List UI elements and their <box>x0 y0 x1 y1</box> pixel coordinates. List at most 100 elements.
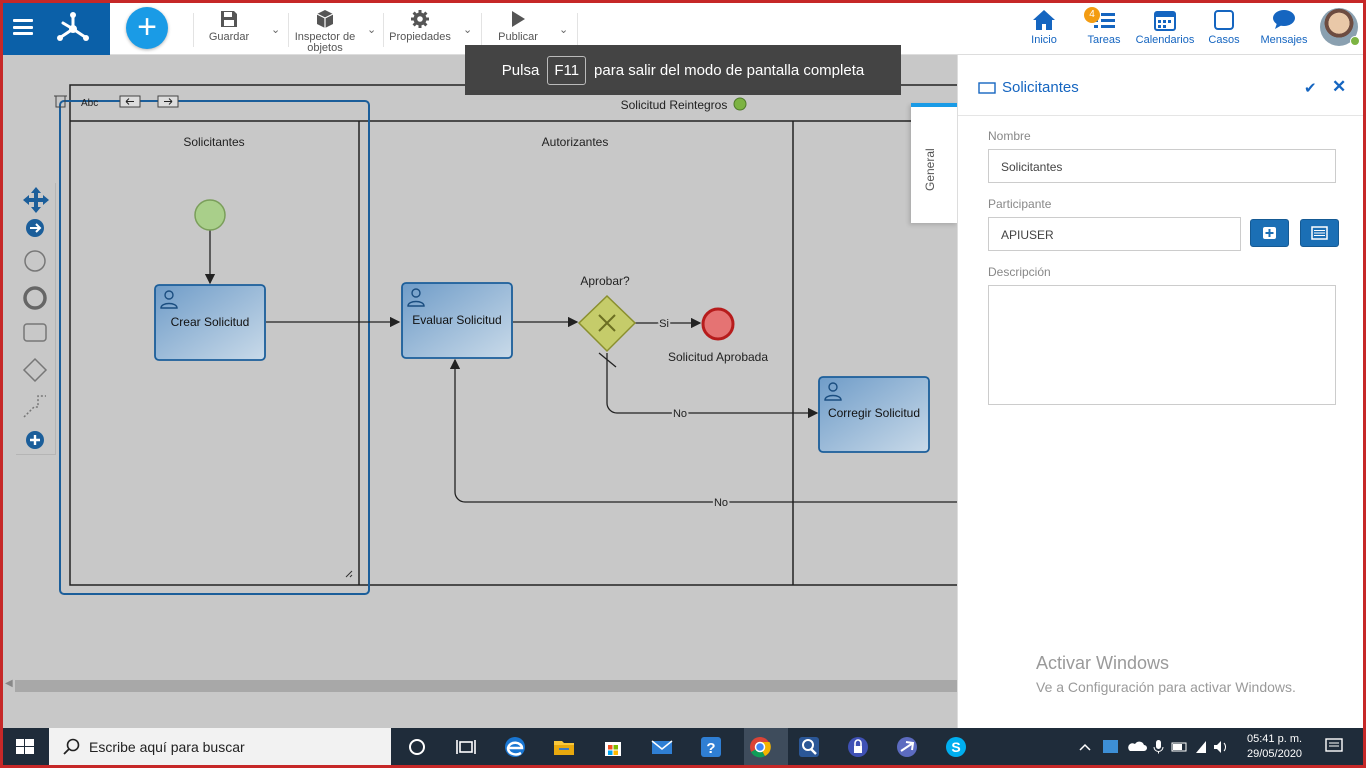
publicar-dropdown-icon[interactable]: ⌄ <box>559 23 568 36</box>
remote-app-icon[interactable] <box>894 734 920 760</box>
onedrive-icon <box>1128 741 1147 751</box>
propiedades-button[interactable]: Propiedades <box>387 9 453 43</box>
connector-tool-icon[interactable] <box>23 395 46 418</box>
inspector-button[interactable]: Inspector de objetos <box>290 9 360 54</box>
guardar-button[interactable]: Guardar <box>203 9 255 43</box>
guardar-dropdown-icon[interactable]: ⌄ <box>271 23 280 36</box>
task-label: Corregir Solicitud <box>828 406 920 420</box>
move-icon[interactable] <box>23 187 49 213</box>
propiedades-label: Propiedades <box>389 31 451 43</box>
windows-taskbar: Escribe aquí para buscar ? S 05:41 p. m.… <box>3 728 1363 765</box>
inspector-dropdown-icon[interactable]: ⌄ <box>367 23 376 36</box>
flow-label-si: Si <box>659 318 669 330</box>
tab-general[interactable]: General <box>911 103 958 223</box>
start-button[interactable] <box>3 728 47 765</box>
menu-icon[interactable] <box>13 19 33 35</box>
pool-status-icon <box>733 97 747 111</box>
close-icon[interactable]: ✕ <box>1332 77 1346 97</box>
gateway-tool-icon[interactable] <box>22 357 48 383</box>
system-tray[interactable] <box>1078 739 1238 755</box>
task-label: Crear Solicitud <box>171 315 250 329</box>
save-icon <box>221 11 237 27</box>
gear-icon <box>411 10 429 28</box>
nav-tareas[interactable]: Tareas <box>1074 9 1134 46</box>
cortana-icon[interactable] <box>404 734 430 760</box>
microphone-icon <box>1156 740 1161 749</box>
play-icon <box>512 11 525 27</box>
help-icon[interactable]: ? <box>698 734 724 760</box>
list-icon <box>1311 226 1328 240</box>
participante-field[interactable]: APIUSER <box>988 217 1241 251</box>
lane-move-left-icon[interactable] <box>119 95 141 108</box>
magnifier-app-icon[interactable] <box>796 734 822 760</box>
propiedades-dropdown-icon[interactable]: ⌄ <box>463 23 472 36</box>
volume-icon <box>1214 741 1221 753</box>
descripcion-label: Descripción <box>988 265 1051 279</box>
publicar-label: Publicar <box>498 31 538 43</box>
lane-label-autorizantes: Autorizantes <box>542 135 609 149</box>
nombre-field[interactable]: Solicitantes <box>988 149 1336 183</box>
flow-label-no-1: No <box>673 408 687 420</box>
online-status-icon <box>1350 36 1360 46</box>
taskbar-clock[interactable]: 05:41 p. m. 29/05/2020 <box>1247 732 1302 762</box>
clock-time: 05:41 p. m. <box>1247 733 1303 745</box>
calendar-icon <box>1154 11 1176 31</box>
nav-inicio[interactable]: Inicio <box>1014 9 1074 46</box>
store-icon[interactable] <box>600 734 626 760</box>
task-view-icon[interactable] <box>453 734 479 760</box>
notifications-icon[interactable] <box>1325 738 1343 754</box>
bpmn-diagram: Solicitud Reintegros Abc Solicitantes Au… <box>54 84 971 595</box>
tray-app-icon <box>1103 740 1118 753</box>
task-crear-solicitud[interactable]: Crear Solicitud <box>154 284 266 361</box>
nav-calendarios[interactable]: Calendarios <box>1134 9 1196 46</box>
exclusive-gateway[interactable] <box>577 294 637 353</box>
fullscreen-text-before: Pulsa <box>501 61 540 79</box>
task-evaluar-solicitud[interactable]: Evaluar Solicitud <box>401 282 513 359</box>
task-label: Evaluar Solicitud <box>412 313 501 327</box>
windows-icon <box>16 739 34 754</box>
confirm-icon[interactable]: ✔ <box>1304 79 1317 97</box>
brand-area <box>3 3 110 55</box>
select-participant-button[interactable] <box>1300 219 1339 247</box>
nombre-label: Nombre <box>988 129 1031 143</box>
mail-icon[interactable] <box>649 734 675 760</box>
add-participant-button[interactable] <box>1250 219 1289 247</box>
fullscreen-text-after: para salir del modo de pantalla completa <box>594 61 865 79</box>
clock-date: 29/05/2020 <box>1247 748 1303 760</box>
tab-general-label: General <box>923 148 937 191</box>
start-event-tool-icon[interactable] <box>24 250 46 272</box>
nav-inicio-label: Inicio <box>1031 34 1057 46</box>
tareas-badge: 4 <box>1084 7 1100 23</box>
file-explorer-icon[interactable] <box>551 734 577 760</box>
panel-title: Solicitantes <box>978 79 1079 96</box>
nav-calendarios-label: Calendarios <box>1135 34 1195 46</box>
end-event[interactable] <box>701 307 735 341</box>
chat-icon <box>1273 10 1295 29</box>
add-shape-icon[interactable] <box>26 431 44 449</box>
fullscreen-key: F11 <box>547 55 587 85</box>
chrome-icon[interactable] <box>747 734 773 760</box>
diagram-canvas[interactable]: Solicitud Reintegros Abc Solicitantes Au… <box>3 55 971 728</box>
nav-tareas-label: Tareas <box>1087 34 1121 46</box>
lock-app-icon[interactable] <box>845 734 871 760</box>
descripcion-textarea[interactable] <box>988 285 1336 405</box>
scroll-left-icon[interactable]: ◀ <box>5 678 13 689</box>
connect-icon[interactable] <box>26 219 44 237</box>
lane-move-right-icon[interactable] <box>157 95 179 108</box>
edge-icon[interactable] <box>502 734 528 760</box>
inspector-label-2: objetos <box>307 42 343 54</box>
nav-casos[interactable]: Casos <box>1194 9 1254 46</box>
skype-icon[interactable]: S <box>943 734 969 760</box>
task-tool-icon[interactable] <box>23 323 47 342</box>
nav-mensajes[interactable]: Mensajes <box>1254 9 1314 46</box>
horizontal-scrollbar[interactable] <box>15 680 957 692</box>
taskbar-search[interactable]: Escribe aquí para buscar <box>49 728 391 765</box>
add-button[interactable]: + <box>126 7 168 49</box>
start-event[interactable] <box>194 199 226 231</box>
lane-rename-label[interactable]: Abc <box>81 98 98 109</box>
pool-name: Solicitud Reintegros <box>621 98 728 112</box>
end-event-tool-icon[interactable] <box>23 286 47 310</box>
publicar-button[interactable]: Publicar <box>493 9 543 43</box>
task-corregir-solicitud[interactable]: Corregir Solicitud <box>818 376 930 453</box>
activation-watermark-subtitle: Ve a Configuración para activar Windows. <box>1036 679 1296 695</box>
